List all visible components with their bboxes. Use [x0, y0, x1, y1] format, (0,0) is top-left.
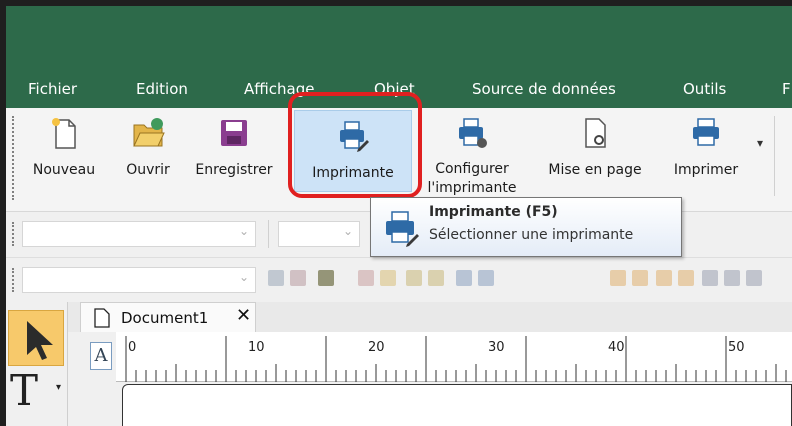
flip-horizontal-icon[interactable] — [456, 270, 472, 286]
configure-printer-button[interactable]: Configurer l'imprimante — [420, 108, 524, 204]
toolbar-grip[interactable] — [12, 268, 16, 292]
page-setup-button[interactable]: Mise en page — [534, 108, 656, 204]
menu-outils[interactable]: Outils — [683, 80, 726, 98]
print-button-label: Imprimer — [673, 162, 739, 178]
document-icon — [94, 308, 110, 328]
title-bar — [6, 6, 792, 72]
page-setup-label: Mise en page — [548, 162, 642, 178]
ruler-label: 30 — [488, 340, 505, 355]
flip-vertical-icon[interactable] — [478, 270, 494, 286]
menu-fichier[interactable]: Fichier — [28, 80, 77, 98]
align-center-icon[interactable] — [724, 270, 740, 286]
link-icon[interactable] — [268, 270, 284, 286]
printer-highlight-callout — [288, 92, 422, 198]
save-button[interactable]: Enregistrer — [186, 108, 282, 204]
document-tab-label: Document1 — [121, 309, 209, 327]
ruler-label: 0 — [128, 340, 137, 355]
distribute-icon[interactable] — [678, 270, 694, 286]
align-right-icon[interactable] — [746, 270, 762, 286]
tooltip-title: Imprimante (F5) — [429, 204, 558, 220]
send-back-icon[interactable] — [428, 270, 444, 286]
arrow-pointer-icon — [27, 321, 53, 360]
tools-panel: T ▾ — [6, 302, 68, 426]
print-icon — [693, 118, 719, 146]
ruler-label: 40 — [608, 340, 625, 355]
document-tab[interactable]: Document1 ✕ — [80, 302, 256, 332]
group-icon[interactable] — [318, 270, 334, 286]
tooltip-description: Sélectionner une imprimante — [429, 227, 634, 243]
text-tool[interactable]: T — [10, 366, 38, 415]
document-tab-strip: Document1 ✕ — [68, 302, 792, 332]
arrange-toolbar: ⌄ — [6, 258, 792, 304]
ruler-corner-button[interactable]: A — [90, 342, 112, 370]
design-canvas — [116, 382, 792, 426]
ribbon-separator — [774, 116, 775, 196]
printer-setup-icon — [459, 118, 487, 148]
separator — [268, 220, 269, 248]
bring-front-icon[interactable] — [406, 270, 422, 286]
ruler-label: 50 — [728, 340, 745, 355]
toolbar-grip[interactable] — [12, 116, 16, 200]
chevron-down-icon: ⌄ — [342, 224, 353, 238]
ruler-ticks — [125, 336, 787, 382]
horizontal-ruler: 0 10 20 30 40 50 — [116, 332, 792, 382]
label-page[interactable] — [122, 384, 792, 426]
chevron-down-icon[interactable]: ▾ — [56, 382, 61, 393]
align-top-icon[interactable] — [610, 270, 626, 286]
menu-edition[interactable]: Edition — [136, 80, 188, 98]
configure-printer-label: Configurer l'imprimante — [427, 161, 517, 196]
font-combo[interactable]: ⌄ — [22, 221, 256, 247]
print-dropdown-arrow[interactable]: ▾ — [757, 136, 763, 150]
menu-source-de-donnees[interactable]: Source de données — [472, 80, 616, 98]
lock-icon[interactable] — [358, 270, 374, 286]
object-combo[interactable]: ⌄ — [22, 267, 256, 293]
chevron-down-icon: ⌄ — [238, 224, 249, 238]
select-tool[interactable] — [8, 310, 64, 366]
new-button[interactable]: Nouveau — [22, 108, 106, 204]
toolbar-grip[interactable] — [12, 222, 16, 246]
size-combo[interactable]: ⌄ — [278, 221, 360, 247]
print-button[interactable]: Imprimer — [662, 108, 750, 204]
align-middle-icon[interactable] — [632, 270, 648, 286]
open-button[interactable]: Ouvrir — [116, 108, 180, 204]
save-disk-icon — [221, 120, 247, 146]
align-bottom-icon[interactable] — [656, 270, 672, 286]
new-button-label: Nouveau — [32, 162, 96, 178]
open-folder-icon — [133, 118, 165, 147]
menu-more[interactable]: F — [782, 80, 791, 98]
printer-select-icon — [386, 211, 419, 247]
ruler-label: 10 — [248, 340, 265, 355]
unlink-icon[interactable] — [290, 270, 306, 286]
ruler-label: 20 — [368, 340, 385, 355]
new-document-icon — [52, 118, 76, 149]
unlock-icon[interactable] — [380, 270, 396, 286]
align-left-icon[interactable] — [702, 270, 718, 286]
chevron-down-icon: ⌄ — [238, 270, 249, 284]
printer-tooltip: Imprimante (F5) Sélectionner une imprima… — [370, 197, 682, 257]
close-icon[interactable]: ✕ — [236, 305, 251, 326]
save-button-label: Enregistrer — [195, 162, 273, 178]
page-setup-icon — [585, 118, 606, 148]
open-button-label: Ouvrir — [126, 162, 170, 178]
application-window: Fichier Edition Affichage Objet Source d… — [6, 6, 792, 426]
